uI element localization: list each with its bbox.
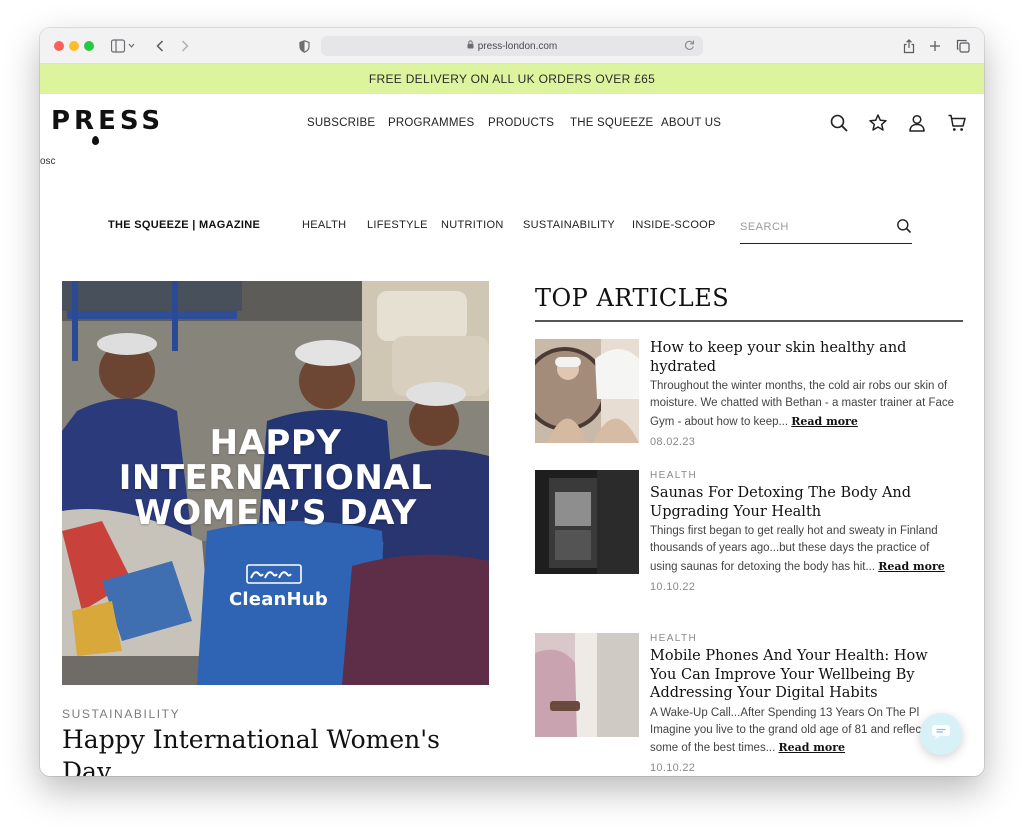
lock-icon <box>467 40 474 52</box>
search-icon[interactable] <box>896 218 912 234</box>
promo-text: FREE DELIVERY ON ALL UK ORDERS OVER £65 <box>368 72 656 86</box>
article-date: 10.10.22 <box>650 580 696 593</box>
stray-text: osc <box>40 156 56 167</box>
cleanhub-wave-icon <box>246 564 302 584</box>
hero-text-line: WOMEN’S DAY <box>134 493 417 533</box>
cleanhub-logo: CleanHub <box>229 564 328 610</box>
article-thumbnail[interactable] <box>535 470 639 574</box>
read-more-link[interactable]: Read more <box>778 741 845 754</box>
magazine-title[interactable]: THE SQUEEZE | MAGAZINE <box>108 219 260 231</box>
article-excerpt: Things first began to get really hot and… <box>650 523 955 576</box>
hero-text-line: INTERNATIONAL <box>118 458 433 498</box>
hero-text-line: HAPPY <box>209 423 342 463</box>
article-thumbnail[interactable] <box>535 339 639 443</box>
sidebar-toggle-icon[interactable] <box>110 37 136 55</box>
article-date: 10.10.22 <box>650 762 696 775</box>
account-icon[interactable] <box>907 113 927 133</box>
article-category[interactable]: HEALTH <box>650 470 955 481</box>
top-articles-divider <box>535 320 963 322</box>
mag-nav-inside-scoop[interactable]: INSIDE-SCOOP <box>632 219 716 231</box>
new-tab-icon[interactable] <box>928 37 942 55</box>
nav-the-squeeze[interactable]: THE SQUEEZE <box>570 117 653 129</box>
browser-window: press-london.com FREE DELIVERY ON ALL UK… <box>40 28 984 776</box>
top-articles-heading: TOP ARTICLES <box>535 284 730 312</box>
hero-overlay-text: HAPPY INTERNATIONAL WOMEN’S DAY <box>62 426 489 531</box>
magazine-search-input[interactable] <box>740 218 880 236</box>
star-icon[interactable] <box>868 113 888 133</box>
mag-nav-lifestyle[interactable]: LIFESTYLE <box>367 219 428 231</box>
hero-title[interactable]: Happy International Women's Day <box>62 724 492 776</box>
nav-about-us[interactable]: ABOUT US <box>661 117 721 129</box>
chat-widget-button[interactable] <box>920 713 962 755</box>
zoom-window-button[interactable] <box>84 41 94 51</box>
magazine-search <box>740 212 912 244</box>
nav-programmes[interactable]: PROGRAMMES <box>388 117 474 129</box>
article-excerpt: A Wake-Up Call...After Spending 13 Years… <box>650 705 955 758</box>
share-icon[interactable] <box>902 37 916 55</box>
read-more-link[interactable]: Read more <box>878 560 945 573</box>
mag-nav-nutrition[interactable]: NUTRITION <box>441 219 504 231</box>
back-arrow-icon[interactable] <box>154 37 166 55</box>
reload-icon[interactable] <box>684 39 695 54</box>
minimize-window-button[interactable] <box>69 41 79 51</box>
article-thumbnail[interactable] <box>535 633 639 737</box>
cleanhub-name: CleanHub <box>229 589 328 610</box>
forward-arrow-icon[interactable] <box>179 37 191 55</box>
article-category[interactable]: HEALTH <box>650 633 955 644</box>
article-date: 08.02.23 <box>650 435 696 448</box>
logo-drop-mark <box>92 136 99 145</box>
article-title[interactable]: How to keep your skin healthy and hydrat… <box>650 339 955 376</box>
article-title[interactable]: Mobile Phones And Your Health: How You C… <box>650 647 955 703</box>
nav-subscribe[interactable]: SUBSCRIBE <box>307 117 375 129</box>
cart-icon[interactable] <box>947 113 967 133</box>
mag-nav-health[interactable]: HEALTH <box>302 219 346 231</box>
article-title[interactable]: Saunas For Detoxing The Body And Upgradi… <box>650 484 955 521</box>
privacy-shield-icon[interactable] <box>297 37 311 55</box>
chat-bubble-icon <box>931 724 951 745</box>
hero-image[interactable]: HAPPY INTERNATIONAL WOMEN’S DAY CleanHub <box>62 281 489 685</box>
search-icon[interactable] <box>829 113 849 133</box>
browser-toolbar: press-london.com <box>40 28 984 64</box>
nav-products[interactable]: PRODUCTS <box>488 117 554 129</box>
hero-category[interactable]: SUSTAINABILITY <box>62 707 180 721</box>
url-text: press-london.com <box>477 40 558 52</box>
close-window-button[interactable] <box>54 41 64 51</box>
tab-overview-icon[interactable] <box>955 37 971 55</box>
mag-nav-sustainability[interactable]: SUSTAINABILITY <box>523 219 615 231</box>
promo-banner: FREE DELIVERY ON ALL UK ORDERS OVER £65 <box>40 64 984 94</box>
article-excerpt: Throughout the winter months, the cold a… <box>650 378 955 431</box>
read-more-link[interactable]: Read more <box>791 415 858 428</box>
address-bar[interactable]: press-london.com <box>321 36 703 56</box>
